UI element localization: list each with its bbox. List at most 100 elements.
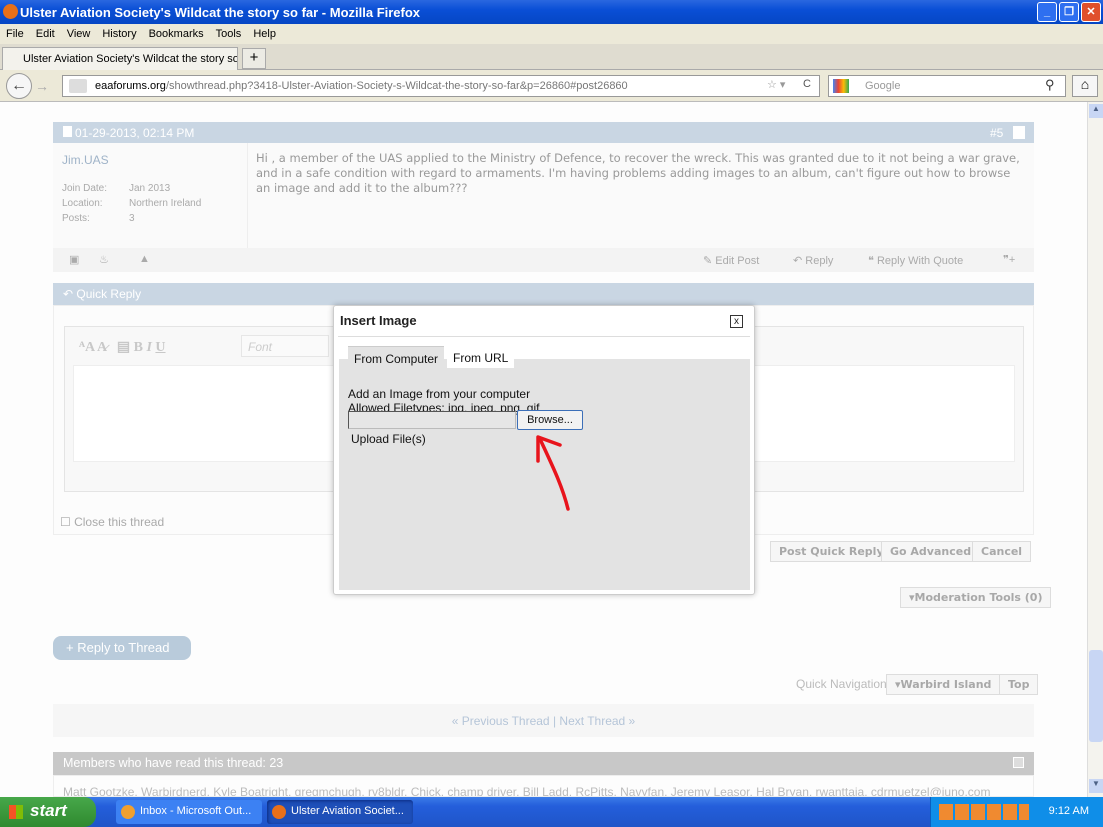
members-list: Matt Gootzke, Warbirdnerd, Kyle Boatrigh… [53, 775, 1034, 797]
taskbar-outlook[interactable]: Inbox - Microsoft Out... [116, 800, 262, 824]
tab-from-computer[interactable]: From Computer [348, 346, 445, 368]
maximize-button[interactable]: ❐ [1059, 2, 1079, 22]
paste-icon[interactable]: ▤ [117, 340, 130, 355]
top-button[interactable]: Top [999, 674, 1039, 695]
collapse-icon[interactable] [1013, 757, 1024, 768]
bookmark-star-icon[interactable]: ☆ ▾ [767, 78, 785, 91]
close-window-button[interactable]: ✕ [1081, 2, 1101, 22]
font-placeholder: Font [248, 340, 273, 354]
remove-format-icon[interactable]: A̷ [97, 340, 106, 355]
post-icon [63, 126, 72, 137]
font-select[interactable]: Font [241, 335, 329, 357]
reply-to-thread-button[interactable]: + Reply to Thread [53, 636, 191, 660]
menu-edit[interactable]: Edit [36, 28, 55, 40]
tray-icons[interactable] [939, 804, 1029, 820]
browser-tab[interactable]: Ulster Aviation Society's Wildcat the st… [2, 47, 238, 70]
quick-navigation-select[interactable]: ▾Warbird Island [886, 674, 1001, 695]
select-post-checkbox[interactable] [1013, 126, 1025, 139]
menu-tools[interactable]: Tools [216, 28, 242, 40]
reputation-icon[interactable]: ♨ [99, 253, 109, 266]
instruction-line: Add an Image from your computer [348, 387, 531, 401]
menu-bookmarks[interactable]: Bookmarks [149, 28, 204, 40]
editor-toolbar: ᴬA A̷ ▤ B I U [79, 339, 166, 356]
tab-label: Ulster Aviation Society's Wildcat the st… [23, 53, 238, 65]
font-size-icon[interactable]: ᴬA [79, 340, 94, 355]
windows-logo-icon [9, 805, 23, 819]
post-header: 01-29-2013, 02:14 PM #5 [53, 122, 1034, 143]
scroll-up-icon[interactable]: ▲ [1089, 104, 1103, 118]
post-body: Jim.UAS Join Date: Jan 2013 Location: Nort… [53, 143, 1034, 248]
post-author[interactable]: Jim.UAS [62, 153, 109, 167]
close-thread-label: Close this thread [74, 515, 165, 529]
edit-post-button[interactable]: ✎ Edit Post [703, 254, 759, 267]
google-icon [833, 79, 849, 93]
cancel-button[interactable]: Cancel [972, 541, 1032, 562]
start-label: start [30, 801, 67, 820]
upload-files-button[interactable]: Upload File(s) [351, 432, 426, 446]
url-path: /showthread.php?3418-Ulster-Aviation-Soc… [165, 80, 628, 92]
reply-button[interactable]: ↶ Reply [793, 254, 833, 267]
user-info: Join Date: Jan 2013 Location: Northern Ire… [62, 181, 201, 226]
window-title: Ulster Aviation Society's Wildcat the st… [20, 4, 421, 20]
menu-file[interactable]: File [6, 28, 24, 40]
quick-navigation-label: Quick Navigation [796, 677, 887, 691]
site-icon [69, 79, 87, 93]
scroll-thumb[interactable] [1089, 650, 1103, 742]
posts-label: Posts: [62, 213, 90, 224]
italic-button[interactable]: I [146, 340, 151, 355]
close-thread-checkbox[interactable]: ☐ Close this thread [60, 515, 164, 529]
post-quick-reply-button[interactable]: Post Quick Reply [770, 541, 893, 562]
new-tab-button[interactable]: + [242, 48, 266, 69]
post-date: 01-29-2013, 02:14 PM [75, 126, 195, 140]
search-input[interactable]: Google ⚲ [828, 75, 1066, 97]
thread-navigation: « Previous Thread | Next Thread » [53, 704, 1034, 737]
post-count: 3 [129, 213, 135, 224]
tab-bar: Ulster Aviation Society's Wildcat the st… [0, 44, 1103, 70]
tab-from-url[interactable]: From URL [447, 346, 515, 368]
file-path-input[interactable] [348, 411, 516, 429]
vertical-scrollbar[interactable]: ▲ ▼ [1087, 102, 1103, 797]
navigation-bar: ← → eaaforums.org/showthread.php?3418-Ul… [0, 70, 1103, 102]
members-title: Members who have read this thread: 23 [63, 756, 284, 770]
back-button[interactable]: ← [6, 73, 32, 99]
start-button[interactable]: start [0, 797, 96, 827]
quote-label: Reply With Quote [876, 255, 964, 267]
taskbar: start Inbox - Microsoft Out... Ulster Av… [0, 797, 1103, 827]
quick-reply-title: Quick Reply [76, 287, 142, 301]
scroll-down-icon[interactable]: ▼ [1089, 779, 1103, 793]
bold-button[interactable]: B [134, 340, 143, 355]
ip-icon[interactable]: ▣ [69, 253, 79, 266]
home-button[interactable]: ⌂ [1072, 75, 1098, 97]
next-thread-link[interactable]: Next Thread » [559, 714, 635, 728]
location-label: Location: [62, 198, 103, 209]
report-icon[interactable]: ▲ [139, 253, 150, 265]
post-number[interactable]: #5 [990, 126, 1003, 140]
outlook-icon [121, 805, 135, 819]
menu-help[interactable]: Help [253, 28, 276, 40]
dialog-close-button[interactable]: x [730, 315, 743, 328]
menu-history[interactable]: History [102, 28, 136, 40]
go-advanced-button[interactable]: Go Advanced [881, 541, 981, 562]
search-placeholder: Google [865, 80, 901, 92]
quick-reply-header: ↶ Quick Reply [53, 283, 1034, 305]
moderation-label: Moderation Tools (0) [914, 591, 1043, 604]
forward-button[interactable]: → [35, 78, 49, 94]
underline-button[interactable]: U [155, 340, 165, 355]
reply-label: Reply [805, 255, 834, 267]
taskbar-firefox[interactable]: Ulster Aviation Societ... [267, 800, 413, 824]
multi-quote-icon[interactable]: ❞+ [1003, 253, 1015, 266]
reload-icon[interactable]: C [803, 78, 811, 90]
reply-with-quote-button[interactable]: ❝ Reply With Quote [868, 254, 963, 267]
url-bar[interactable]: eaaforums.org/showthread.php?3418-Ulster… [62, 75, 820, 97]
post-message: Hi , a member of the UAS applied to the … [256, 151, 1020, 195]
post-footer: ▣ ♨ ▲ ✎ Edit Post ↶ Reply ❝ Reply With Q… [53, 248, 1034, 272]
task-label: Inbox - Microsoft Out... [140, 805, 252, 817]
edit-post-label: Edit Post [715, 255, 760, 267]
search-icon[interactable]: ⚲ [1045, 77, 1055, 93]
menu-view[interactable]: View [67, 28, 91, 40]
firefox-icon [272, 805, 286, 819]
minimize-button[interactable]: _ [1037, 2, 1057, 22]
clock[interactable]: 9:12 AM [1049, 805, 1089, 817]
moderation-tools-button[interactable]: ▾Moderation Tools (0) [900, 587, 1052, 608]
previous-thread-link[interactable]: « Previous Thread [452, 714, 550, 728]
